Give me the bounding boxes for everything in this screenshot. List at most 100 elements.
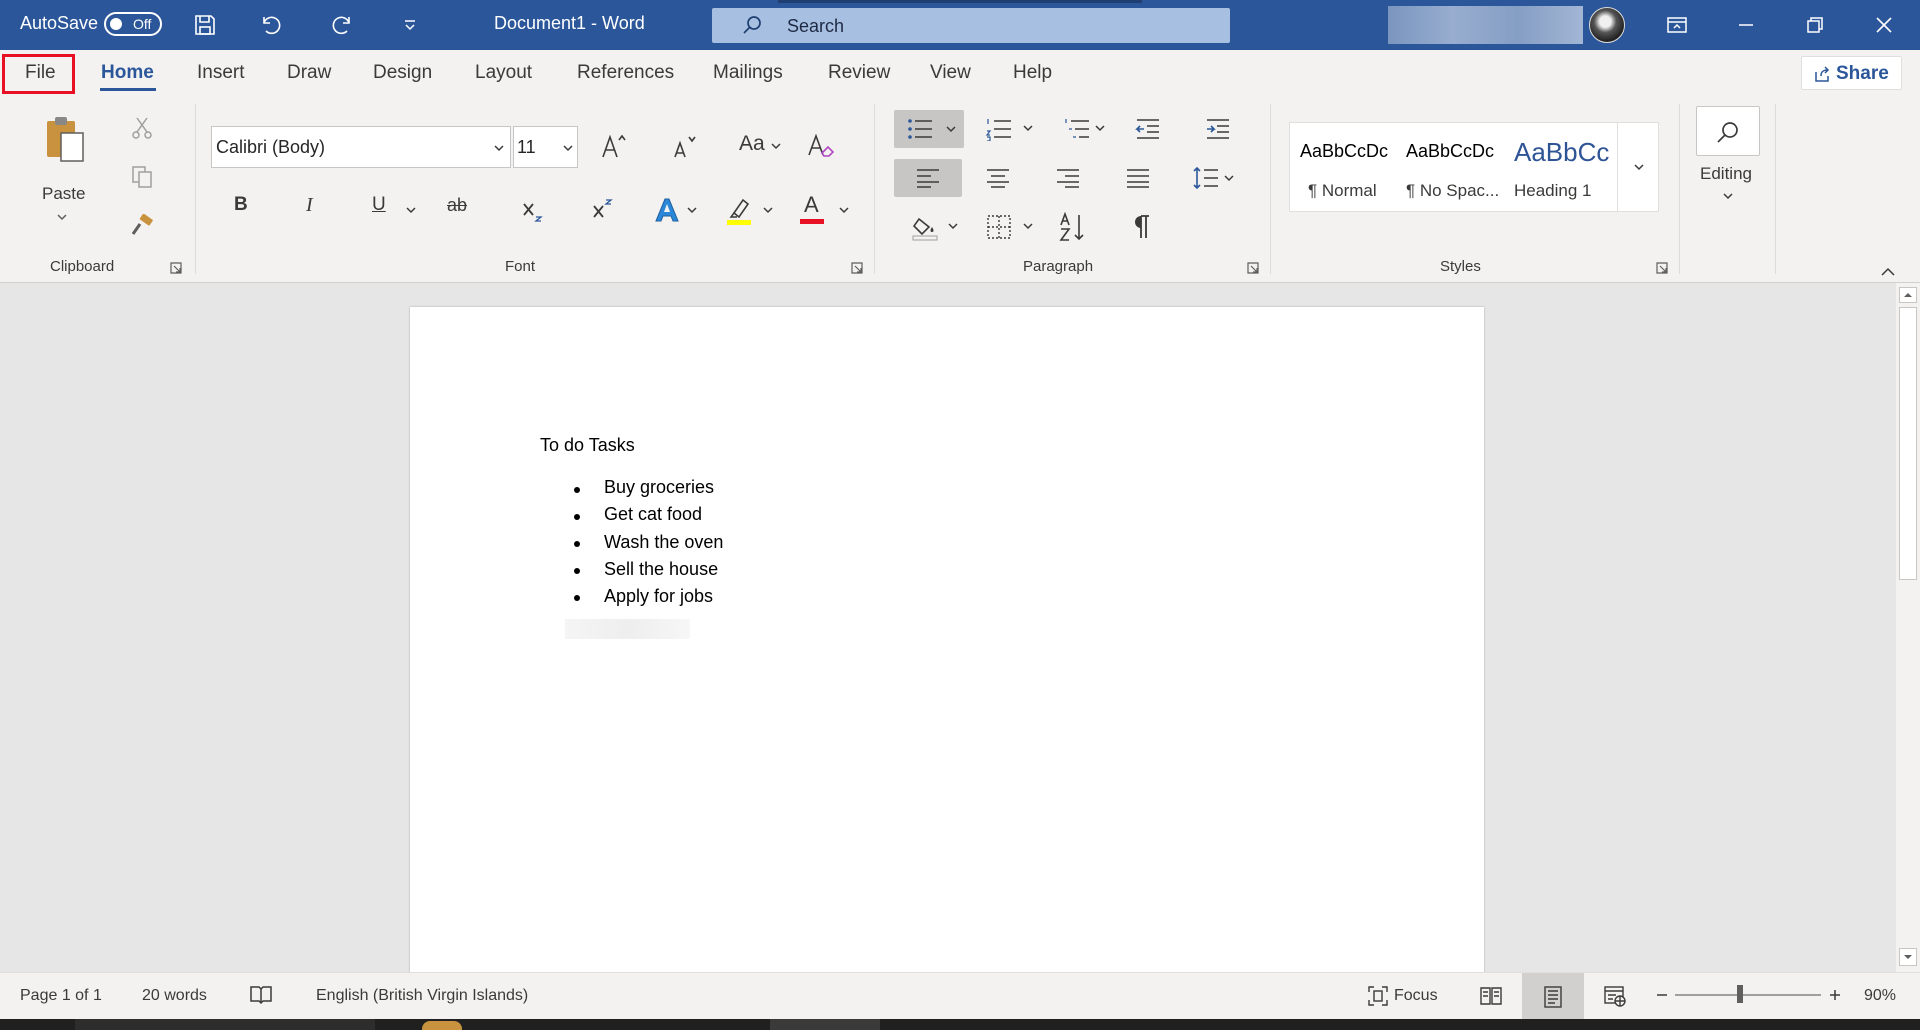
proofing-icon[interactable] (248, 983, 274, 1007)
format-painter-icon[interactable] (128, 212, 156, 240)
scroll-up-icon[interactable] (1899, 287, 1917, 303)
zoom-level[interactable]: 90% (1864, 987, 1896, 1005)
numbering-dropdown-icon[interactable] (1021, 122, 1035, 134)
list-item[interactable]: Get cat food (604, 504, 702, 525)
font-size-select[interactable]: 11 (513, 126, 578, 168)
tab-draw[interactable]: Draw (287, 62, 331, 84)
search-box[interactable]: Search (712, 8, 1230, 43)
decrease-indent-icon[interactable] (1133, 114, 1163, 144)
text-effects-icon[interactable] (652, 194, 682, 226)
customize-qat-icon[interactable] (398, 12, 422, 38)
paste-label[interactable]: Paste (42, 184, 85, 204)
subscript-icon[interactable] (518, 194, 548, 226)
align-center-icon[interactable] (984, 164, 1012, 192)
styles-more-button[interactable] (1617, 123, 1659, 211)
scroll-thumb[interactable] (1899, 307, 1917, 580)
font-name-select[interactable]: Calibri (Body) (211, 126, 511, 168)
focus-button[interactable]: Focus (1366, 981, 1440, 1011)
align-left-button[interactable] (894, 159, 962, 197)
tab-references[interactable]: References (577, 62, 674, 84)
style-no-spacing[interactable]: AaBbCcDc ¶ No Spac... (1398, 123, 1506, 211)
styles-launcher-icon[interactable] (1654, 260, 1670, 276)
editing-label[interactable]: Editing (1700, 164, 1752, 184)
scroll-down-icon[interactable] (1899, 948, 1917, 966)
clipboard-launcher-icon[interactable] (168, 260, 184, 276)
strikethrough-button[interactable]: ab (447, 195, 477, 225)
tab-help[interactable]: Help (1013, 62, 1052, 84)
list-item[interactable]: Wash the oven (604, 532, 723, 553)
justify-icon[interactable] (1124, 164, 1152, 192)
superscript-icon[interactable] (588, 194, 618, 226)
highlight-dropdown-icon[interactable] (761, 204, 775, 216)
word-count[interactable]: 20 words (142, 987, 207, 1005)
line-spacing-dropdown-icon[interactable] (1222, 172, 1236, 184)
tab-view[interactable]: View (930, 62, 971, 84)
borders-dropdown-icon[interactable] (1021, 220, 1035, 232)
language[interactable]: English (British Virgin Islands) (316, 987, 528, 1005)
avatar[interactable] (1589, 7, 1625, 43)
paragraph-launcher-icon[interactable] (1245, 260, 1261, 276)
underline-dropdown-icon[interactable] (404, 204, 418, 216)
list-item[interactable]: Buy groceries (604, 477, 714, 498)
list-item[interactable]: Sell the house (604, 559, 718, 580)
change-case-button[interactable]: Aa (735, 132, 785, 160)
line-spacing-icon[interactable] (1191, 164, 1221, 192)
borders-icon[interactable] (984, 212, 1014, 242)
highlight-icon[interactable] (724, 194, 754, 226)
multilevel-list-icon[interactable] (1062, 114, 1092, 144)
underline-button[interactable]: U (372, 194, 392, 224)
italic-button[interactable]: I (306, 194, 326, 224)
tab-home[interactable]: Home (101, 62, 154, 84)
bullets-button[interactable] (894, 110, 964, 148)
list-item[interactable]: Apply for jobs (604, 586, 713, 607)
redo-icon[interactable] (326, 10, 356, 40)
minimize-icon[interactable] (1731, 10, 1761, 40)
shading-dropdown-icon[interactable] (946, 220, 960, 232)
web-layout-icon[interactable] (1600, 981, 1630, 1011)
tab-review[interactable]: Review (828, 62, 890, 84)
vertical-scrollbar[interactable] (1896, 283, 1920, 972)
bold-button[interactable]: B (234, 194, 254, 224)
increase-indent-icon[interactable] (1203, 114, 1233, 144)
font-launcher-icon[interactable] (849, 260, 865, 276)
page-count[interactable]: Page 1 of 1 (20, 987, 102, 1005)
zoom-out-icon[interactable] (1652, 985, 1672, 1005)
style-heading-1[interactable]: AaBbCc Heading 1 (1506, 123, 1616, 211)
share-button[interactable]: Share (1801, 56, 1902, 90)
shrink-font-icon[interactable] (668, 128, 700, 164)
close-icon[interactable] (1869, 10, 1899, 40)
tab-insert[interactable]: Insert (197, 62, 245, 84)
show-formatting-marks-icon[interactable] (1128, 212, 1154, 242)
ribbon-display-options-icon[interactable] (1662, 10, 1692, 40)
font-color-dropdown-icon[interactable] (837, 204, 851, 216)
tab-mailings[interactable]: Mailings (713, 62, 783, 84)
numbering-icon[interactable] (984, 114, 1014, 144)
restore-icon[interactable] (1800, 10, 1830, 40)
zoom-slider-track[interactable] (1675, 994, 1821, 996)
read-mode-icon[interactable] (1476, 981, 1506, 1011)
zoom-slider-thumb[interactable] (1737, 985, 1743, 1003)
save-icon[interactable] (190, 10, 220, 40)
cut-icon[interactable] (128, 114, 156, 142)
copy-icon[interactable] (128, 163, 156, 191)
editing-button[interactable] (1696, 106, 1760, 156)
grow-font-icon[interactable] (598, 128, 630, 164)
autosave-toggle[interactable]: Off (104, 12, 162, 36)
multilevel-dropdown-icon[interactable] (1093, 122, 1107, 134)
editing-dropdown-icon[interactable] (1721, 190, 1735, 202)
tab-file[interactable]: File (25, 62, 56, 84)
sort-icon[interactable] (1058, 210, 1088, 244)
paste-icon[interactable] (40, 114, 88, 164)
font-color-button[interactable]: A (799, 192, 827, 226)
zoom-in-icon[interactable] (1825, 985, 1845, 1005)
collapse-ribbon-icon[interactable] (1878, 264, 1898, 280)
tab-layout[interactable]: Layout (475, 62, 532, 84)
print-layout-button[interactable] (1522, 973, 1584, 1019)
style-normal[interactable]: AaBbCcDc ¶ Normal (1290, 123, 1398, 211)
tab-design[interactable]: Design (373, 62, 432, 84)
paste-dropdown-icon[interactable] (54, 210, 70, 224)
clear-formatting-icon[interactable] (804, 128, 838, 164)
text-effects-dropdown-icon[interactable] (685, 204, 699, 216)
align-right-icon[interactable] (1054, 164, 1082, 192)
shading-icon[interactable] (910, 212, 940, 242)
